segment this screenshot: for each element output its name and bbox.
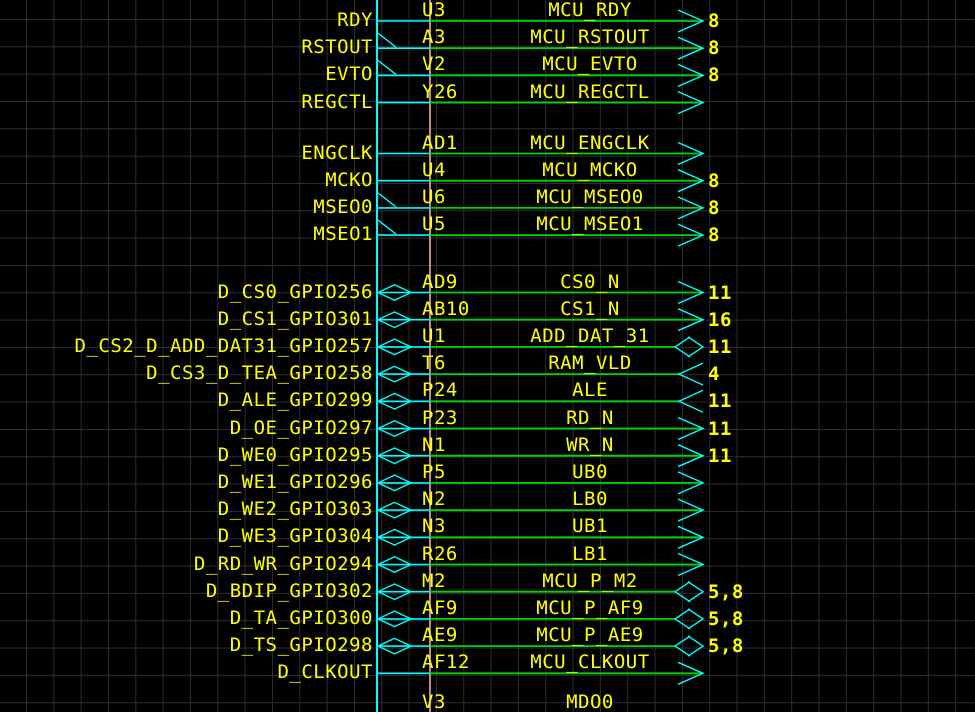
- page-ref-label[interactable]: 4: [708, 363, 768, 385]
- pin-name-label[interactable]: D_WE1_GPIO296: [0, 471, 373, 493]
- pin-name-label[interactable]: D_TA_GPIO300: [0, 607, 373, 629]
- page-ref-label[interactable]: 5,8: [708, 635, 768, 657]
- pin-name-label[interactable]: RDY: [0, 9, 373, 31]
- pin-name-label[interactable]: D_WE3_GPIO304: [0, 525, 373, 547]
- page-ref-label[interactable]: 5,8: [708, 608, 768, 630]
- net-name-label[interactable]: UB1: [475, 515, 705, 537]
- page-ref-label[interactable]: 11: [708, 282, 768, 304]
- net-name-label[interactable]: MDO0: [475, 691, 705, 712]
- pin-name-label[interactable]: D_CLKOUT: [0, 661, 373, 683]
- net-name-label[interactable]: RD_N: [475, 407, 705, 429]
- page-ref-label[interactable]: 16: [708, 309, 768, 331]
- pin-name-label[interactable]: D_WE0_GPIO295: [0, 444, 373, 466]
- pin-name-label[interactable]: RSTOUT: [0, 36, 373, 58]
- pin-name-label[interactable]: D_OE_GPIO297: [0, 417, 373, 439]
- net-name-label[interactable]: CS1_N: [475, 298, 705, 320]
- pin-name-label[interactable]: D_RD_WR_GPIO294: [0, 553, 373, 575]
- page-ref-label[interactable]: 5,8: [708, 581, 768, 603]
- net-name-label[interactable]: MCU_P_AF9: [475, 597, 705, 619]
- net-name-label[interactable]: LB1: [475, 543, 705, 565]
- pin-name-label[interactable]: REGCTL: [0, 91, 373, 113]
- net-name-label[interactable]: ADD_DAT_31: [475, 325, 705, 347]
- pin-name-label[interactable]: D_TS_GPIO298: [0, 634, 373, 656]
- net-name-label[interactable]: CS0_N: [475, 271, 705, 293]
- pin-name-label[interactable]: MSEO0: [0, 196, 373, 218]
- page-ref-label[interactable]: 8: [708, 10, 768, 32]
- page-ref-label[interactable]: 8: [708, 197, 768, 219]
- net-name-label[interactable]: MCU_RDY: [475, 0, 705, 21]
- schematic-canvas[interactable]: RDYU3MCU_RDY8RSTOUTA3MCU_RSTOUT8EVTOV2MC…: [0, 0, 975, 712]
- net-name-label[interactable]: MCU_CLKOUT: [475, 651, 705, 673]
- page-ref-label[interactable]: 8: [708, 224, 768, 246]
- net-name-label[interactable]: MCU_MCKO: [475, 159, 705, 181]
- pin-name-label[interactable]: ENGCLK: [0, 142, 373, 164]
- net-name-label[interactable]: MCU_P_M2: [475, 570, 705, 592]
- net-name-label[interactable]: MCU_P_AE9: [475, 624, 705, 646]
- pin-arrow-icon: [378, 220, 396, 234]
- net-name-label[interactable]: ALE: [475, 379, 705, 401]
- pin-arrow-icon: [378, 60, 396, 74]
- page-ref-label[interactable]: 8: [708, 170, 768, 192]
- net-name-label[interactable]: MCU_MSEO0: [475, 186, 705, 208]
- page-ref-label[interactable]: 11: [708, 390, 768, 412]
- pin-name-label[interactable]: MCKO: [0, 169, 373, 191]
- net-name-label[interactable]: MCU_ENGCLK: [475, 132, 705, 154]
- pin-arrow-icon: [378, 33, 396, 47]
- net-name-label[interactable]: MCU_RSTOUT: [475, 26, 705, 48]
- pin-name-label[interactable]: D_CS0_GPIO256: [0, 281, 373, 303]
- net-name-label[interactable]: MCU_MSEO1: [475, 213, 705, 235]
- page-ref-label[interactable]: 8: [708, 37, 768, 59]
- page-ref-label[interactable]: 8: [708, 64, 768, 86]
- pin-name-label[interactable]: D_WE2_GPIO303: [0, 498, 373, 520]
- net-name-label[interactable]: LB0: [475, 488, 705, 510]
- page-ref-label[interactable]: 11: [708, 336, 768, 358]
- net-name-label[interactable]: RAM_VLD: [475, 352, 705, 374]
- page-ref-label[interactable]: 11: [708, 445, 768, 467]
- pin-name-label[interactable]: D_BDIP_GPIO302: [0, 580, 373, 602]
- pin-name-label[interactable]: MSEO1: [0, 223, 373, 245]
- page-ref-label[interactable]: 11: [708, 418, 768, 440]
- pin-name-label[interactable]: D_CS1_GPIO301: [0, 308, 373, 330]
- pin-arrow-icon: [378, 193, 396, 207]
- pin-name-label[interactable]: EVTO: [0, 63, 373, 85]
- pin-name-label[interactable]: D_CS2_D_ADD_DAT31_GPIO257: [0, 335, 373, 357]
- net-name-label[interactable]: UB0: [475, 461, 705, 483]
- net-name-label[interactable]: MCU_REGCTL: [475, 81, 705, 103]
- pin-name-label[interactable]: D_ALE_GPIO299: [0, 389, 373, 411]
- pin-name-label[interactable]: D_CS3_D_TEA_GPIO258: [0, 362, 373, 384]
- net-name-label[interactable]: MCU_EVTO: [475, 53, 705, 75]
- net-name-label[interactable]: WR_N: [475, 434, 705, 456]
